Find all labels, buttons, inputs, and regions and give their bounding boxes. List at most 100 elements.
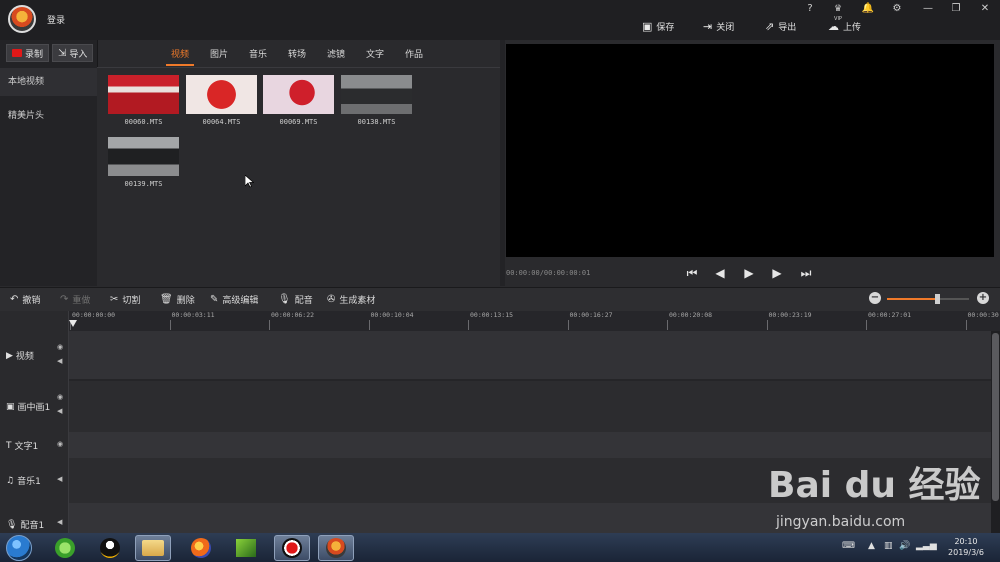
media-thumbnail <box>186 75 257 114</box>
taskbar-app-qq[interactable] <box>92 535 128 561</box>
ruler-tick <box>965 320 967 330</box>
ruler-tick <box>866 320 867 330</box>
tab-filter[interactable]: 滤镜 <box>327 47 345 60</box>
video-preview[interactable] <box>506 44 994 257</box>
track-pip[interactable] <box>69 381 991 432</box>
media-item[interactable]: 00139.MTS <box>108 137 179 188</box>
ruler-tick <box>667 320 668 330</box>
mouse-cursor-icon <box>245 175 254 188</box>
tab-image[interactable]: 图片 <box>210 47 228 60</box>
track-label-video: ▶ 视频 <box>6 350 34 363</box>
save-button[interactable]: ▣ 保存 <box>642 18 674 34</box>
track-label-text: T 文字1 <box>6 440 39 453</box>
volume-icon[interactable]: 🔊 <box>899 541 910 551</box>
upload-icon: ☁ <box>828 19 839 33</box>
media-thumbnail <box>263 75 334 114</box>
bell-icon[interactable]: 🔔 <box>860 2 876 16</box>
taskbar-app-recorder[interactable] <box>274 535 310 561</box>
media-item[interactable]: 00060.MTS <box>108 75 179 126</box>
skip-back-icon[interactable]: ⏮ <box>684 265 700 281</box>
trash-icon: 🗑 <box>160 293 173 305</box>
close-button[interactable]: ✕ <box>977 2 993 16</box>
vip-icon[interactable]: ♛ VIP <box>830 2 846 22</box>
browser-icon <box>55 538 75 558</box>
eye-icon[interactable]: ◉ <box>57 440 63 448</box>
eye-icon[interactable]: ◉ <box>57 393 63 401</box>
sidebar-item-local-video[interactable]: 本地视频 <box>0 68 97 96</box>
upload-button[interactable]: ☁ 上传 <box>828 18 861 34</box>
export-button[interactable]: ⇗ 导出 <box>765 18 796 34</box>
delete-button[interactable]: 🗑 删除 <box>160 292 195 306</box>
zoom-slider-handle[interactable] <box>935 294 940 304</box>
tab-text[interactable]: 文字 <box>366 47 384 60</box>
keyboard-icon[interactable]: ⌨ <box>842 541 855 551</box>
help-icon[interactable]: ? <box>802 2 818 16</box>
record-button[interactable]: 录制 <box>6 44 50 62</box>
redo-button[interactable]: ↷ 重做 <box>60 292 90 306</box>
ruler-label: 00:00:06:22 <box>271 311 315 319</box>
ruler-label: 00:00:23:19 <box>768 311 812 319</box>
ruler-label: 00:00:03:11 <box>171 311 215 319</box>
watermark-url: jingyan.baidu.com <box>776 514 906 530</box>
exit-button[interactable]: ⇥ 关闭 <box>703 18 734 34</box>
tab-video[interactable]: 视频 <box>171 47 189 60</box>
taskbar-app-360[interactable] <box>47 535 83 561</box>
start-button[interactable] <box>6 535 32 561</box>
import-button[interactable]: ⇲ 导入 <box>52 44 94 62</box>
tab-transition[interactable]: 转场 <box>288 47 306 60</box>
ruler-tick <box>269 320 270 330</box>
tab-music[interactable]: 音乐 <box>249 47 267 60</box>
speaker-icon[interactable]: ◀ <box>57 475 62 483</box>
taskbar-app-editor[interactable] <box>318 535 354 561</box>
export-icon: ⇗ <box>765 19 775 33</box>
track-label-voice: 🎙 配音1 <box>6 519 45 532</box>
preview-timecode: 00:00:00/00:00:00:01 <box>506 269 591 277</box>
media-item[interactable]: 00138.MTS <box>341 75 412 126</box>
play-icon[interactable]: ▶ <box>741 265 757 281</box>
system-clock[interactable]: 20:10 2019/3/6 <box>938 536 994 558</box>
eye-icon[interactable]: ◉ <box>57 343 63 351</box>
network-icon[interactable]: ▂▃▅ <box>916 541 937 551</box>
ruler-tick <box>368 320 370 330</box>
speaker-icon[interactable]: ◀ <box>57 407 62 415</box>
cut-button[interactable]: ✂ 切割 <box>110 292 140 306</box>
media-item[interactable]: 00069.MTS <box>263 75 334 126</box>
tab-works[interactable]: 作品 <box>405 47 423 60</box>
track-video[interactable] <box>69 331 991 379</box>
watermark-logo: Bai du 经验 <box>768 465 981 506</box>
undo-button[interactable]: ↶ 撤销 <box>10 292 40 306</box>
track-text[interactable] <box>69 432 991 458</box>
taskbar-app-media[interactable] <box>228 535 264 561</box>
media-item[interactable]: 00064.MTS <box>186 75 257 126</box>
tray-app-icon[interactable]: ▥ <box>884 541 893 551</box>
step-forward-icon[interactable]: ▶︎ <box>769 265 785 281</box>
ruler-label: 00:00:10:04 <box>370 311 414 319</box>
avatar[interactable] <box>8 5 36 33</box>
taskbar-app-explorer[interactable] <box>135 535 171 561</box>
ruler-tick <box>468 320 469 330</box>
clock-time: 20:10 <box>954 537 978 546</box>
minimize-button[interactable]: — <box>920 2 936 16</box>
login-link[interactable]: 登录 <box>47 13 65 26</box>
generate-material-button[interactable]: ✇ 生成素材 <box>327 292 375 306</box>
mic-icon: 🎙 <box>6 519 18 530</box>
playhead[interactable] <box>69 320 77 327</box>
panel-splitter[interactable] <box>500 40 505 286</box>
sidebar-item-intros[interactable]: 精美片头 <box>0 102 97 130</box>
music-icon: ♫ <box>6 475 15 486</box>
advanced-edit-button[interactable]: ✎ 高级编辑 <box>210 292 258 306</box>
taskbar-app-firefox[interactable] <box>183 535 219 561</box>
restore-button[interactable]: ❐ <box>948 2 964 16</box>
speaker-icon[interactable]: ◀ <box>57 357 62 365</box>
step-back-icon[interactable]: ◀︎ <box>712 265 728 281</box>
skip-forward-icon[interactable]: ⏭ <box>798 265 814 281</box>
speaker-icon[interactable]: ◀ <box>57 518 62 526</box>
zoom-in-icon[interactable]: + <box>977 292 989 304</box>
video-icon: ▶ <box>6 350 13 361</box>
dubbing-button[interactable]: 🎙 配音 <box>278 292 313 306</box>
scrollbar-thumb[interactable] <box>992 333 999 501</box>
gear-icon[interactable]: ⚙ <box>889 2 905 16</box>
zoom-out-icon[interactable]: − <box>869 292 881 304</box>
media-thumbnail <box>108 137 179 176</box>
tray-expand-icon[interactable]: ▲ <box>868 541 875 551</box>
